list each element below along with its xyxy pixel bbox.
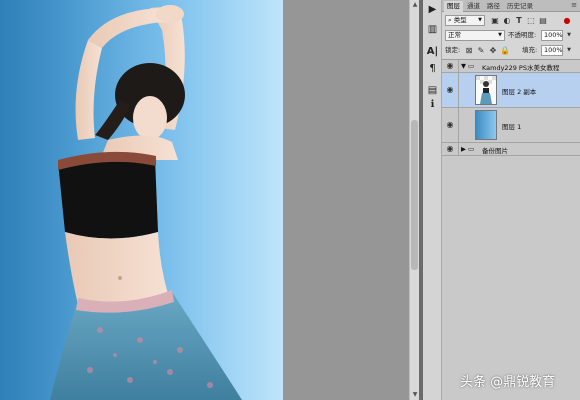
info-icon[interactable]: ℹ [425,97,440,112]
blend-mode-value: 正常 [448,31,461,39]
layer-name: 图层 2 副本 [502,88,537,96]
opacity-dropdown-icon[interactable]: ▼ [564,30,574,40]
pasteboard [283,0,409,400]
model-photo [50,5,242,400]
layer-list: ◉ ▼ ▭ Kamdy229 PS水美女教程 ◉ 图层 2 副本 ◉ 图层 1 … [442,59,580,400]
layer-thumbnail [475,110,497,140]
histogram-panel-icon[interactable]: ▤ [425,83,440,98]
lock-row: 锁定: ⊠ ✎ ✥ 🔒 填充: 100% ▼ [442,44,580,57]
disclosure-open-icon[interactable]: ▼ [461,62,466,70]
play-icon[interactable]: ▶ [425,2,440,17]
blend-row: 正常 ▼ 不透明度: 100% ▼ [442,29,580,42]
eye-icon[interactable]: ◉ [445,85,455,95]
scroll-down-icon[interactable]: ▼ [411,390,419,400]
filter-toggle-icon[interactable]: ● [562,16,572,26]
layers-panel: 图层 通道 路径 历史记录 ≡ ⌕ 类型 ▼ ▣ ◐ T ⬚ ▤ ● 正常 ▼ [442,0,580,400]
menu-icon[interactable]: ≡ [571,1,577,9]
adjustment-filter-icon[interactable]: ◐ [502,16,512,26]
chevron-down-icon: ▼ [478,17,482,23]
lock-all-icon[interactable]: 🔒 [500,46,510,56]
folder-icon: ▭ [468,62,475,70]
blend-mode-select[interactable]: 正常 ▼ [445,30,505,41]
search-icon: ⌕ [448,16,452,24]
eye-icon[interactable]: ◉ [445,61,455,71]
shape-filter-icon[interactable]: ⬚ [526,16,536,26]
smart-object-filter-icon[interactable]: ▤ [538,16,548,26]
layer-name: 图层 1 [502,123,522,131]
disclosure-closed-icon[interactable]: ▶ [461,145,466,153]
lock-transparent-icon[interactable]: ⊠ [464,46,474,56]
opacity-input[interactable]: 100% [541,30,563,41]
panel-tabs: 图层 通道 路径 历史记录 ≡ [442,0,580,12]
layer-group-backup[interactable]: ◉ ▶ ▭ 备份图片 [442,143,580,156]
lock-label: 锁定: [445,46,461,54]
opacity-label: 不透明度: [508,31,537,39]
fill-input[interactable]: 100% [541,45,563,56]
lock-move-icon[interactable]: ✥ [488,46,498,56]
fill-dropdown-icon[interactable]: ▼ [564,45,574,55]
folder-icon: ▭ [468,145,475,153]
scroll-up-icon[interactable]: ▲ [411,0,419,10]
layer-row[interactable]: ◉ 图层 1 [442,108,580,143]
watermark: 头条 @鼎锐教育 [460,375,556,390]
layer-filter-row: ⌕ 类型 ▼ ▣ ◐ T ⬚ ▤ ● [442,14,580,27]
histogram-icon[interactable]: ▥ [425,22,440,37]
layer-name: 备份图片 [482,147,508,155]
layer-group-kamdy[interactable]: ◉ ▼ ▭ Kamdy229 PS水美女教程 [442,60,580,73]
tab-history[interactable]: 历史记录 [504,1,536,12]
layer-name: Kamdy229 PS水美女教程 [482,64,560,72]
type-filter-icon[interactable]: T [514,16,524,26]
chevron-down-icon: ▼ [498,32,502,38]
tab-paths[interactable]: 路径 [484,1,503,12]
eye-icon[interactable]: ◉ [445,120,455,130]
tab-layers[interactable]: 图层 [444,1,463,12]
layer-thumbnail [475,75,497,105]
filter-kind-select[interactable]: ⌕ 类型 ▼ [445,15,485,26]
tab-channels[interactable]: 通道 [464,1,483,12]
layer-row-selected[interactable]: ◉ 图层 2 副本 [442,73,580,108]
paragraph-icon[interactable]: ¶ [425,61,440,76]
vertical-scrollbar[interactable]: ▲ ▼ [409,0,419,400]
eye-icon[interactable]: ◉ [445,144,455,154]
character-icon[interactable]: A| [425,44,440,59]
photoshop-window: ▲ ▼ ▶ ▥ A| ¶ ▤ ℹ 图层 通道 路径 历史记录 ≡ ⌕ 类型 ▼ … [0,0,580,400]
image-filter-icon[interactable]: ▣ [490,16,500,26]
fill-label: 填充: [522,46,538,54]
lock-paint-icon[interactable]: ✎ [476,46,486,56]
filter-kind-label: 类型 [453,16,467,24]
panel-icon-strip: ▶ ▥ A| ¶ ▤ ℹ [423,0,442,400]
canvas-image[interactable] [0,0,283,400]
scrollbar-thumb[interactable] [411,120,418,270]
